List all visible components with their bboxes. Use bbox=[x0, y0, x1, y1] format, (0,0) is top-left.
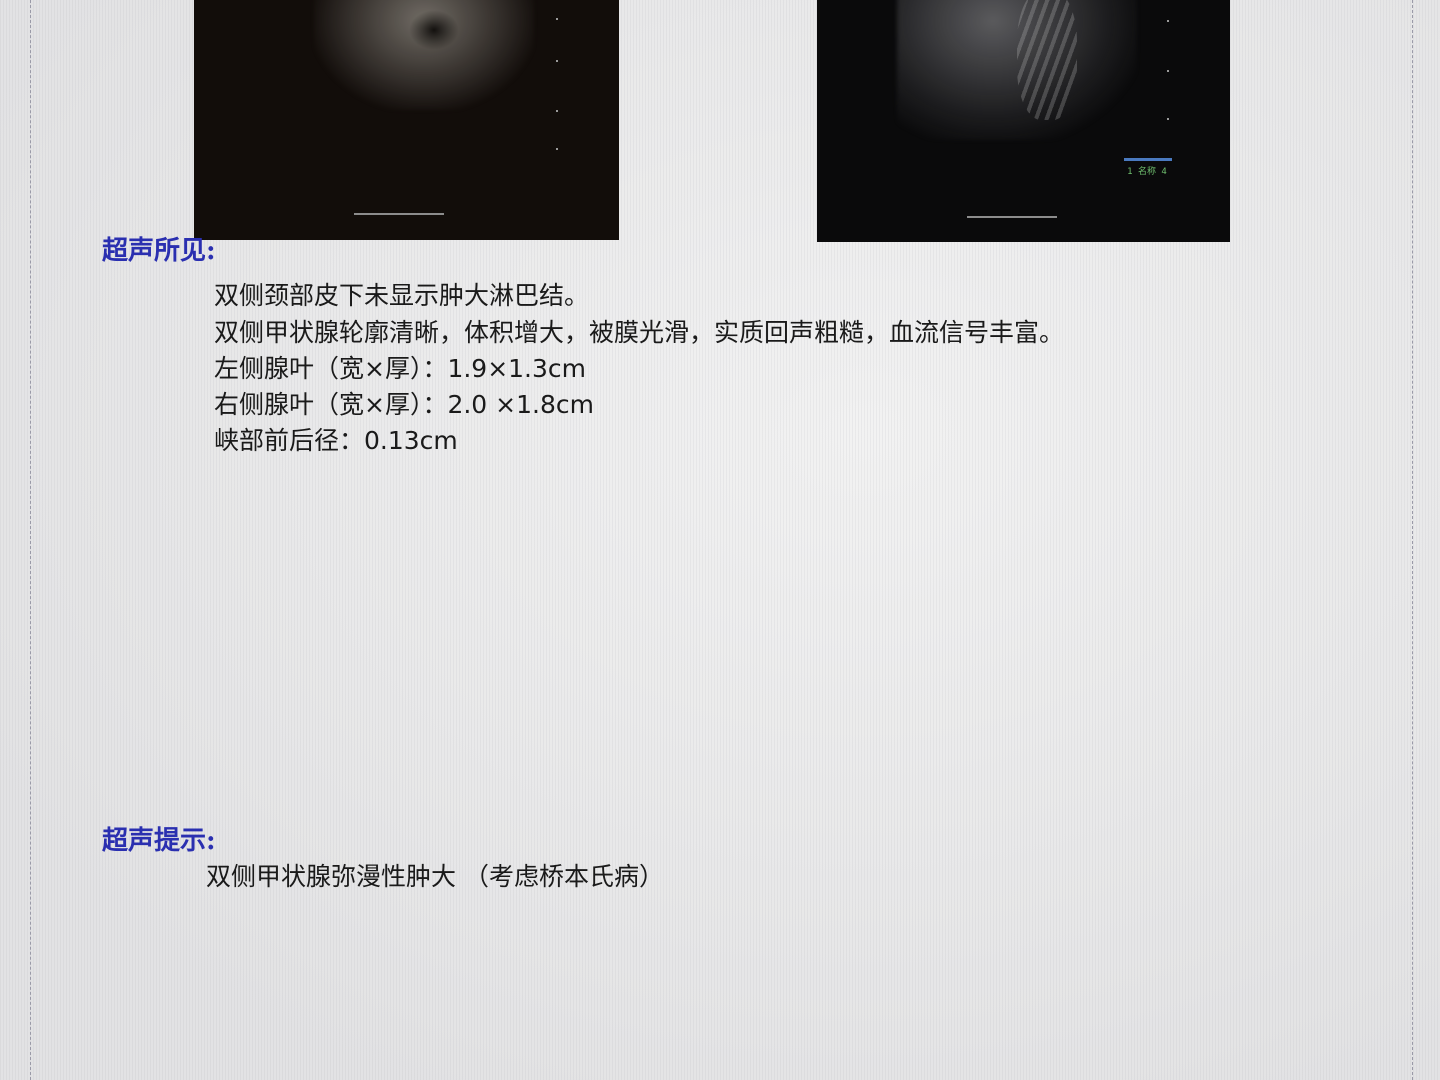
depth-tick bbox=[1167, 20, 1169, 22]
findings-line: 峡部前后径：0.13cm bbox=[214, 426, 458, 455]
impression-text: 双侧甲状腺弥漫性肿大 （考虑桥本氏病） bbox=[206, 862, 664, 891]
annotation-bar bbox=[1124, 158, 1172, 161]
depth-tick bbox=[1167, 70, 1169, 72]
depth-tick bbox=[1167, 118, 1169, 120]
image-annotation: 1 名称 4 bbox=[1127, 167, 1167, 177]
depth-tick bbox=[556, 18, 558, 20]
report-page: 1 名称 4 超声所见: 双侧颈部皮下未显示肿大淋巴结。 双侧甲状腺轮廓清晰，体… bbox=[0, 0, 1440, 1080]
scale-bar bbox=[354, 213, 444, 215]
depth-tick bbox=[556, 60, 558, 62]
findings-line: 左侧腺叶（宽×厚）：1.9×1.3cm bbox=[214, 354, 587, 383]
tissue-band bbox=[1017, 0, 1077, 120]
findings-line: 右侧腺叶（宽×厚）：2.0 ×1.8cm bbox=[214, 390, 594, 419]
findings-line: 双侧甲状腺轮廓清晰，体积增大，被膜光滑，实质回声粗糙，血流信号丰富。 bbox=[214, 318, 1065, 347]
scale-bar bbox=[967, 216, 1057, 218]
ultrasound-image-left bbox=[194, 0, 619, 240]
depth-tick bbox=[556, 110, 558, 112]
tissue-dark-region bbox=[409, 10, 459, 50]
impression-title: 超声提示: bbox=[102, 826, 216, 856]
findings-title: 超声所见: bbox=[102, 236, 216, 266]
depth-tick bbox=[556, 148, 558, 150]
page-border-left bbox=[30, 0, 31, 1080]
ultrasound-image-right: 1 名称 4 bbox=[817, 0, 1230, 242]
findings-line: 双侧颈部皮下未显示肿大淋巴结。 bbox=[214, 281, 590, 310]
page-border-right bbox=[1412, 0, 1413, 1080]
